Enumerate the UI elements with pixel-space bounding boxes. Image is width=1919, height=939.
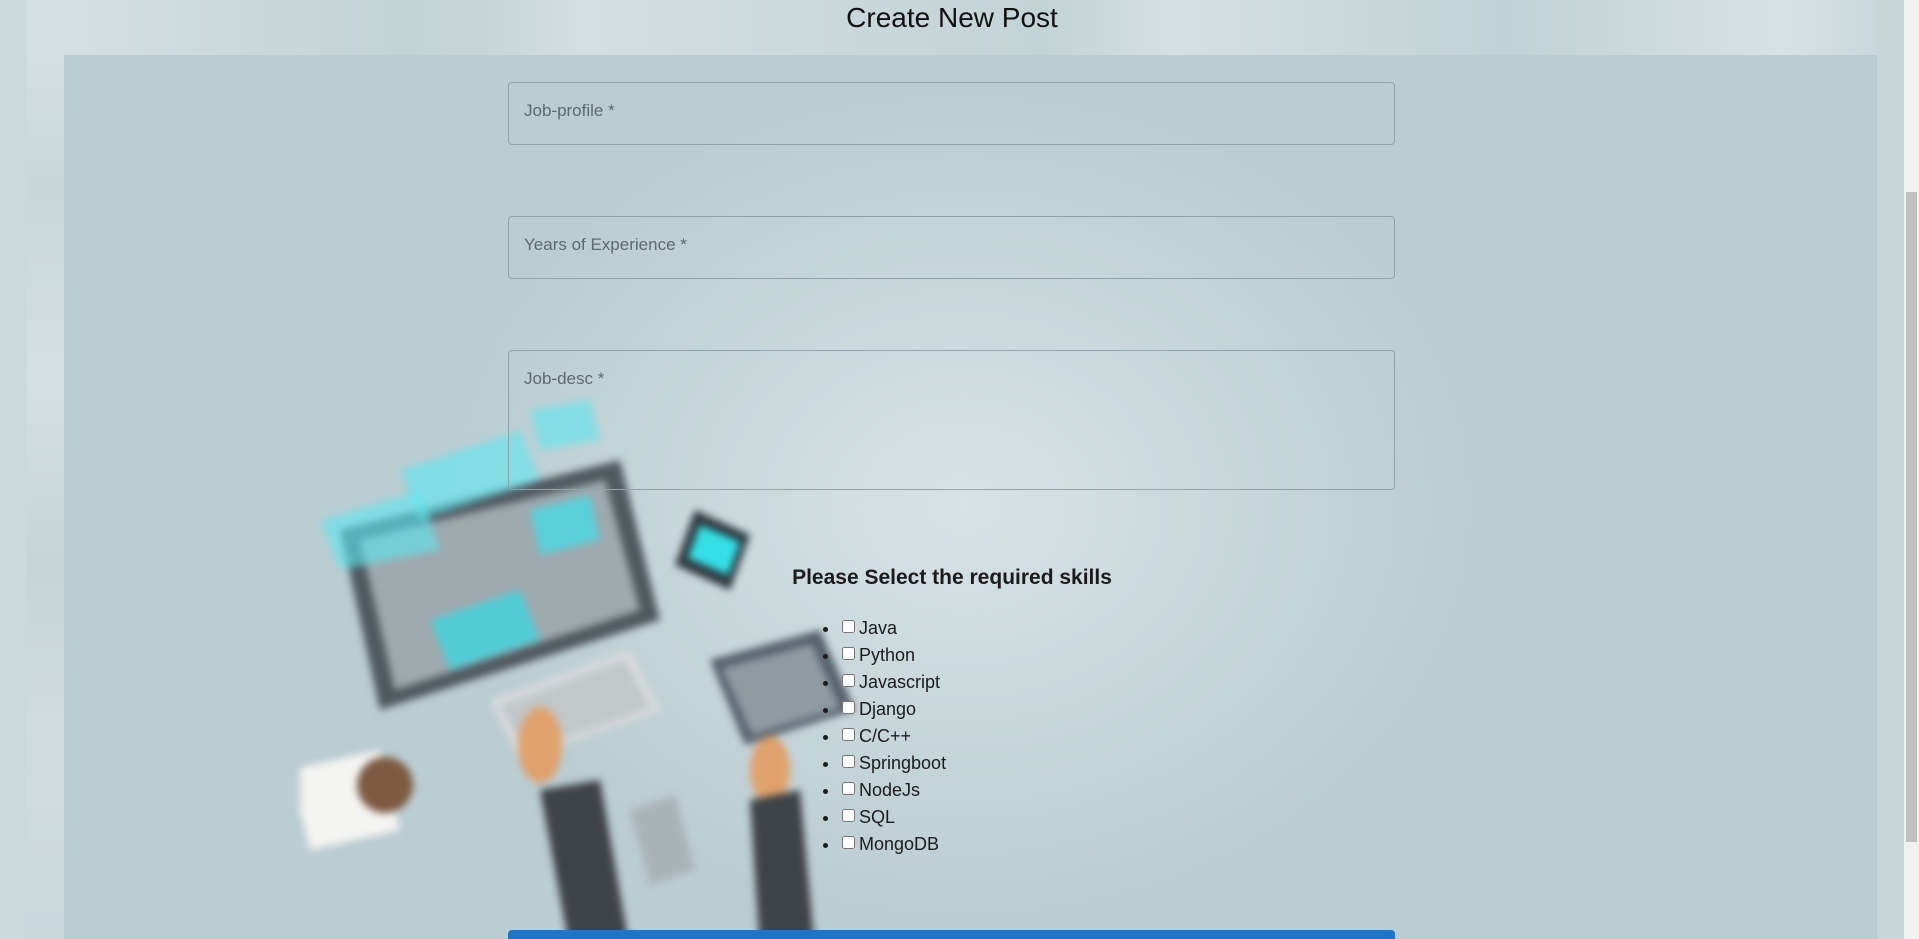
experience-label: Years of Experience * xyxy=(524,235,687,254)
experience-field[interactable]: Years of Experience * xyxy=(508,216,1395,279)
skill-checkbox-sql[interactable] xyxy=(842,809,855,822)
skill-checkbox-cpp[interactable] xyxy=(842,728,855,741)
skill-label: Java xyxy=(859,618,898,638)
skill-item-sql: SQL xyxy=(840,804,946,831)
skill-item-springboot: Springboot xyxy=(840,750,946,777)
skill-label: Django xyxy=(859,699,917,719)
skill-item-java: Java xyxy=(840,615,946,642)
skills-list: Java Python Javascript Django C/C++ Spri… xyxy=(816,615,946,858)
skill-checkbox-java[interactable] xyxy=(842,620,855,633)
page: Create New Post Job-profile * Years of E… xyxy=(0,0,1919,939)
job-profile-label: Job-profile * xyxy=(524,101,615,120)
right-edge xyxy=(1877,0,1904,939)
coffee-illustration xyxy=(300,750,413,850)
skill-checkbox-mongodb[interactable] xyxy=(842,836,855,849)
skill-checkbox-python[interactable] xyxy=(842,647,855,660)
skill-label: Springboot xyxy=(859,753,947,773)
skill-checkbox-javascript[interactable] xyxy=(842,674,855,687)
skills-heading: Please Select the required skills xyxy=(792,566,1112,589)
scrollbar-thumb[interactable] xyxy=(1906,192,1917,842)
skill-label: Javascript xyxy=(859,672,941,692)
job-desc-label: Job-desc * xyxy=(524,369,605,388)
calculator-illustration xyxy=(630,795,695,885)
skill-checkbox-django[interactable] xyxy=(842,701,855,714)
left-decor-strip xyxy=(27,0,64,939)
job-profile-field[interactable]: Job-profile * xyxy=(508,82,1395,145)
skill-label: C/C++ xyxy=(859,726,912,746)
skill-label: SQL xyxy=(859,807,896,827)
submit-button[interactable] xyxy=(508,930,1395,939)
job-desc-field[interactable]: Job-desc * xyxy=(508,350,1395,490)
left-edge xyxy=(0,0,27,939)
skill-item-cpp: C/C++ xyxy=(840,723,946,750)
skill-checkbox-nodejs[interactable] xyxy=(842,782,855,795)
skill-item-nodejs: NodeJs xyxy=(840,777,946,804)
skill-item-javascript: Javascript xyxy=(840,669,946,696)
skill-item-django: Django xyxy=(840,696,946,723)
skill-label: MongoDB xyxy=(859,834,940,854)
skill-item-python: Python xyxy=(840,642,946,669)
skill-item-mongodb: MongoDB xyxy=(840,831,946,858)
skill-label: Python xyxy=(859,645,916,665)
skill-label: NodeJs xyxy=(859,780,921,800)
page-title: Create New Post xyxy=(846,2,1058,33)
keyboard-illustration xyxy=(490,650,660,760)
skill-checkbox-springboot[interactable] xyxy=(842,755,855,768)
